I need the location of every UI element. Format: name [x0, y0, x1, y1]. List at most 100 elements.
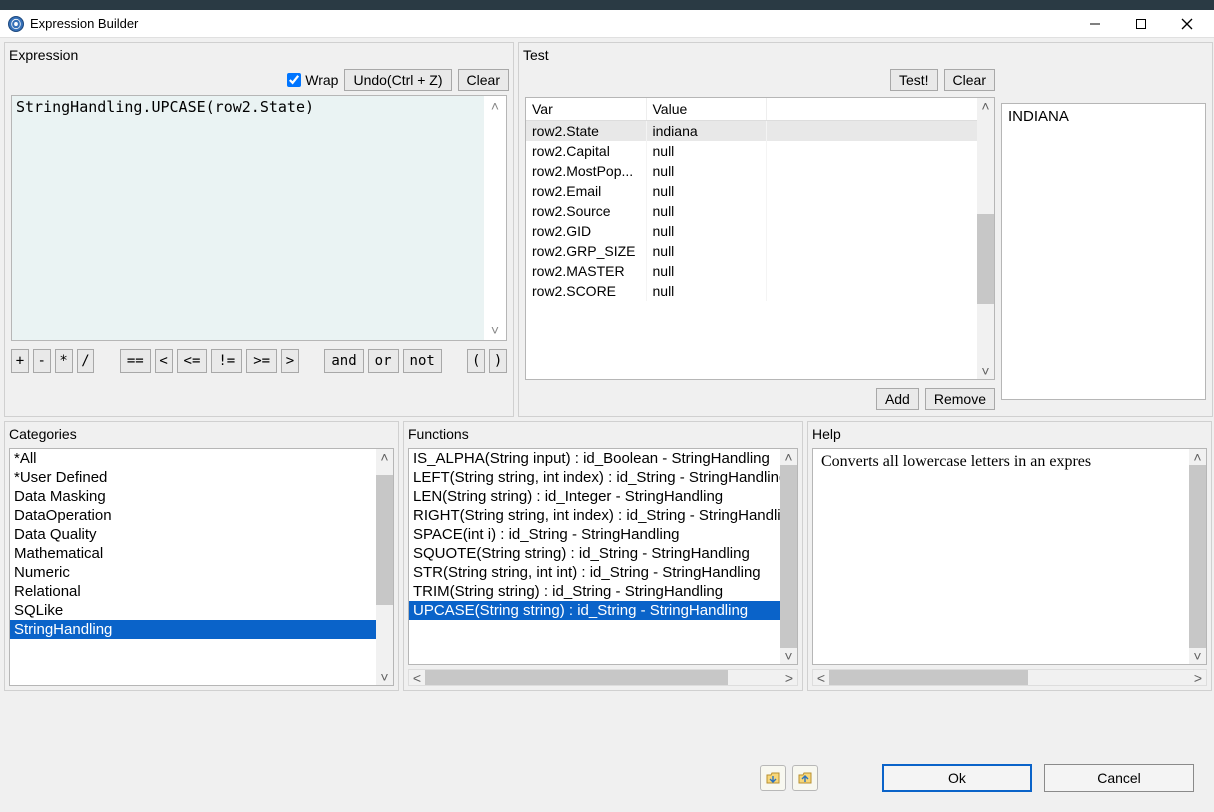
value-cell[interactable]: null [646, 241, 766, 261]
var-cell[interactable]: row2.State [526, 121, 646, 142]
function-item[interactable]: IS_ALPHA(String input) : id_Boolean - St… [409, 449, 797, 468]
categories-scrollbar[interactable]: ˄ ˅ [376, 449, 393, 685]
value-cell[interactable]: null [646, 221, 766, 241]
minimize-button[interactable] [1072, 11, 1118, 37]
help-scrollbar[interactable]: ˄ ˅ [1189, 449, 1206, 664]
table-row[interactable]: row2.GIDnull [526, 221, 994, 241]
test-pane: Test Test! Clear Var Value row2.Stateind… [518, 42, 1213, 417]
operator-toolbar: + - * / == < <= != >= > and or not ( ) [5, 341, 513, 379]
var-cell[interactable]: row2.Email [526, 181, 646, 201]
wrap-checkbox[interactable]: Wrap [287, 72, 338, 88]
expression-pane: Expression Wrap Undo(Ctrl + Z) Clear ˄˅ … [4, 42, 514, 417]
table-row[interactable]: row2.MostPop...null [526, 161, 994, 181]
op-eq[interactable]: == [120, 349, 151, 373]
value-cell[interactable]: null [646, 141, 766, 161]
value-cell[interactable]: null [646, 161, 766, 181]
remove-variable-button[interactable]: Remove [925, 388, 995, 410]
op-gt[interactable]: > [281, 349, 299, 373]
categories-list[interactable]: *All*User DefinedData MaskingDataOperati… [10, 449, 393, 639]
value-cell[interactable]: indiana [646, 121, 766, 142]
value-cell[interactable]: null [646, 201, 766, 221]
category-item[interactable]: Data Masking [10, 487, 393, 506]
variables-scrollbar[interactable]: ˄ ˅ [977, 98, 994, 379]
table-row[interactable]: row2.Capitalnull [526, 141, 994, 161]
function-item[interactable]: SQUOTE(String string) : id_String - Stri… [409, 544, 797, 563]
op-not[interactable]: not [403, 349, 442, 373]
category-item[interactable]: SQLike [10, 601, 393, 620]
var-cell[interactable]: row2.GID [526, 221, 646, 241]
add-variable-button[interactable]: Add [876, 388, 919, 410]
var-cell[interactable]: row2.Source [526, 201, 646, 221]
cancel-button[interactable]: Cancel [1044, 764, 1194, 792]
op-lt[interactable]: < [155, 349, 173, 373]
table-row[interactable]: row2.MASTERnull [526, 261, 994, 281]
table-row[interactable]: row2.Emailnull [526, 181, 994, 201]
help-label: Help [808, 422, 1211, 448]
op-minus[interactable]: - [33, 349, 51, 373]
function-item[interactable]: TRIM(String string) : id_String - String… [409, 582, 797, 601]
functions-hscrollbar[interactable]: ˂ ˃ [408, 669, 798, 686]
test-button[interactable]: Test! [890, 69, 938, 91]
clear-test-button[interactable]: Clear [944, 69, 995, 91]
table-row[interactable]: row2.SCOREnull [526, 281, 994, 301]
value-cell[interactable]: null [646, 281, 766, 301]
op-and[interactable]: and [324, 349, 363, 373]
op-gte[interactable]: >= [246, 349, 277, 373]
export-icon[interactable] [792, 765, 818, 791]
help-hscrollbar[interactable]: ˂ ˃ [812, 669, 1207, 686]
category-item[interactable]: Mathematical [10, 544, 393, 563]
var-cell[interactable]: row2.Capital [526, 141, 646, 161]
categories-pane: Categories *All*User DefinedData Masking… [4, 421, 399, 691]
op-plus[interactable]: + [11, 349, 29, 373]
clear-expression-button[interactable]: Clear [458, 69, 509, 91]
category-item[interactable]: Data Quality [10, 525, 393, 544]
op-div[interactable]: / [77, 349, 95, 373]
function-item[interactable]: LEFT(String string, int index) : id_Stri… [409, 468, 797, 487]
functions-pane: Functions IS_ALPHA(String input) : id_Bo… [403, 421, 803, 691]
var-cell[interactable]: row2.SCORE [526, 281, 646, 301]
functions-list[interactable]: IS_ALPHA(String input) : id_Boolean - St… [409, 449, 797, 620]
category-item[interactable]: StringHandling [10, 620, 393, 639]
import-icon[interactable] [760, 765, 786, 791]
help-text: Converts all lowercase letters in an exp… [813, 449, 1099, 664]
op-mul[interactable]: * [55, 349, 73, 373]
col-value[interactable]: Value [646, 98, 766, 121]
value-cell[interactable]: null [646, 181, 766, 201]
category-item[interactable]: *User Defined [10, 468, 393, 487]
category-item[interactable]: *All [10, 449, 393, 468]
function-item[interactable]: SPACE(int i) : id_String - StringHandlin… [409, 525, 797, 544]
expression-input[interactable] [12, 96, 484, 340]
op-lparen[interactable]: ( [467, 349, 485, 373]
var-cell[interactable]: row2.GRP_SIZE [526, 241, 646, 261]
var-cell[interactable]: row2.MostPop... [526, 161, 646, 181]
expression-scrollbar[interactable]: ˄˅ [486, 98, 504, 338]
function-item[interactable]: LEN(String string) : id_Integer - String… [409, 487, 797, 506]
window-title: Expression Builder [30, 16, 1072, 31]
category-item[interactable]: Relational [10, 582, 393, 601]
functions-scrollbar[interactable]: ˄ ˅ [780, 449, 797, 664]
ok-button[interactable]: Ok [882, 764, 1032, 792]
table-row[interactable]: row2.Stateindiana [526, 121, 994, 142]
functions-label: Functions [404, 422, 802, 448]
value-cell[interactable]: null [646, 261, 766, 281]
undo-button[interactable]: Undo(Ctrl + Z) [344, 69, 451, 91]
test-label: Test [519, 43, 1212, 69]
function-item[interactable]: UPCASE(String string) : id_String - Stri… [409, 601, 797, 620]
categories-label: Categories [5, 422, 398, 448]
function-item[interactable]: STR(String string, int int) : id_String … [409, 563, 797, 582]
table-row[interactable]: row2.GRP_SIZEnull [526, 241, 994, 261]
function-item[interactable]: RIGHT(String string, int index) : id_Str… [409, 506, 797, 525]
op-rparen[interactable]: ) [489, 349, 507, 373]
op-lte[interactable]: <= [177, 349, 208, 373]
category-item[interactable]: DataOperation [10, 506, 393, 525]
variables-table[interactable]: Var Value row2.Stateindianarow2.Capitaln… [525, 97, 995, 380]
maximize-button[interactable] [1118, 11, 1164, 37]
var-cell[interactable]: row2.MASTER [526, 261, 646, 281]
table-row[interactable]: row2.Sourcenull [526, 201, 994, 221]
close-button[interactable] [1164, 11, 1210, 37]
col-var[interactable]: Var [526, 98, 646, 121]
op-or[interactable]: or [368, 349, 399, 373]
category-item[interactable]: Numeric [10, 563, 393, 582]
op-neq[interactable]: != [211, 349, 242, 373]
wrap-checkbox-input[interactable] [287, 73, 301, 87]
